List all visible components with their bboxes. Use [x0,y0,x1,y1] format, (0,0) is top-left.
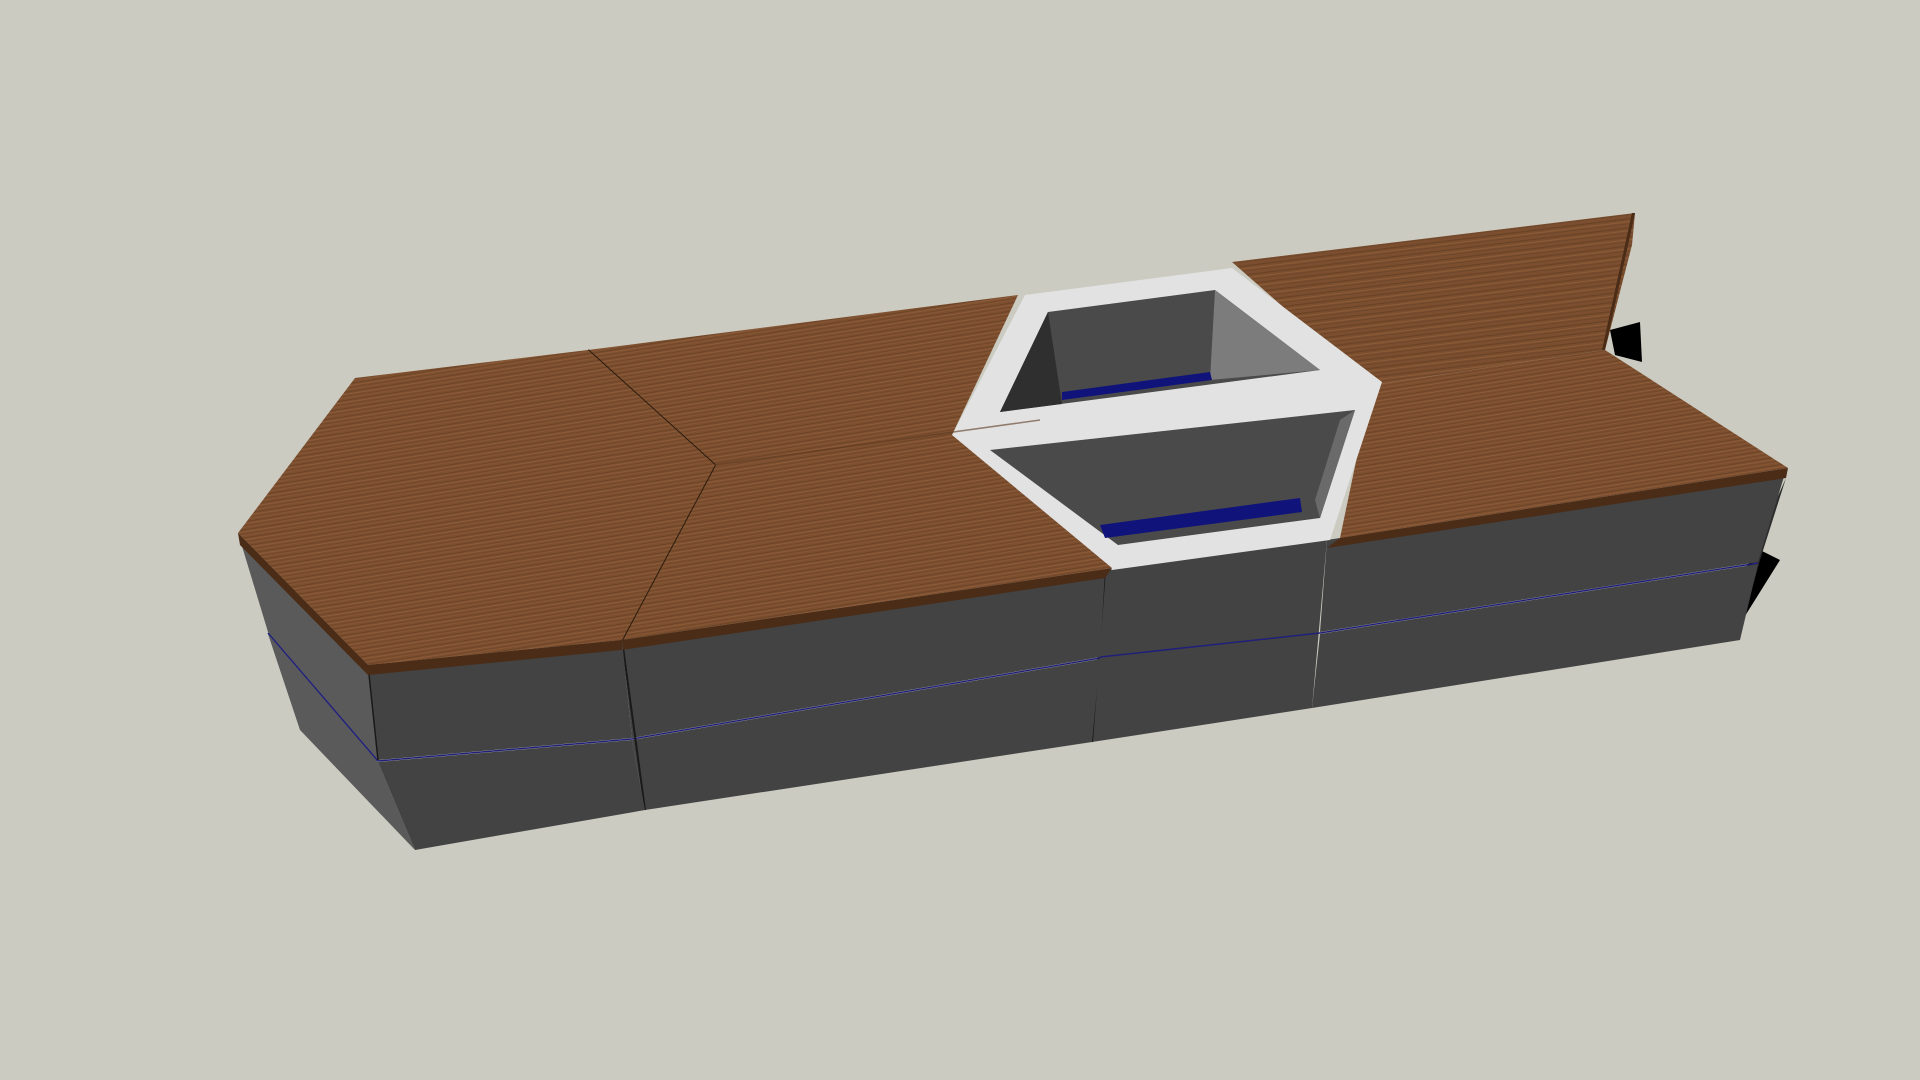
3d-viewport[interactable] [0,0,1920,1080]
scene-canvas[interactable] [0,0,1920,1080]
